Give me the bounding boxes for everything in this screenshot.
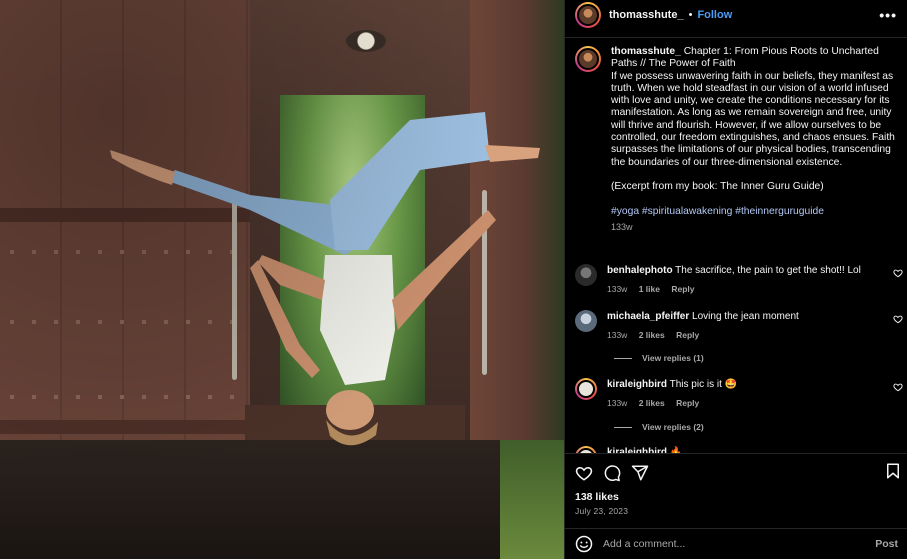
view-replies-label: View replies (1): [642, 353, 704, 363]
post-details-panel: thomasshute_ • Follow ••• thomasshute_ C…: [564, 0, 907, 559]
comments-scroll-area[interactable]: thomasshute_ Chapter 1: From Pious Roots…: [565, 37, 907, 453]
post-actions: 138 likes July 23, 2023: [565, 453, 907, 526]
share-icon[interactable]: [631, 464, 649, 482]
view-replies-button[interactable]: View replies (2): [614, 422, 704, 432]
avatar[interactable]: [575, 446, 597, 453]
photo-shadow-overlay: [0, 0, 564, 559]
likes-count[interactable]: 138 likes: [575, 491, 898, 503]
comment-item: benhalephoto The sacrifice, the pain to …: [565, 264, 907, 296]
reply-button[interactable]: Reply: [676, 330, 699, 340]
reply-button[interactable]: Reply: [676, 398, 699, 408]
comment-text: Loving the jean moment: [692, 311, 799, 322]
post-header: thomasshute_ • Follow •••: [565, 0, 907, 30]
header-username[interactable]: thomasshute_: [609, 9, 684, 21]
caption-hashtags[interactable]: #yoga #spiritualawakening #theinnergurug…: [611, 206, 898, 218]
comment-username[interactable]: michaela_pfeiffer: [607, 311, 689, 322]
comment-icon[interactable]: [603, 464, 621, 482]
comment-input[interactable]: [603, 538, 868, 550]
avatar[interactable]: [575, 378, 597, 400]
separator-dot: •: [688, 9, 693, 21]
comment-username[interactable]: kiraleighbird: [607, 379, 667, 390]
heart-icon[interactable]: [893, 382, 903, 392]
follow-button[interactable]: Follow: [697, 9, 732, 21]
comment-likes[interactable]: 1 like: [639, 284, 660, 294]
add-comment-bar: Post: [565, 528, 907, 559]
comment-age: 133w: [607, 398, 628, 408]
avatar[interactable]: [575, 310, 597, 332]
comment-username[interactable]: benhalephoto: [607, 265, 673, 276]
bookmark-icon[interactable]: [884, 462, 902, 480]
comment-text: This pic is it 🤩: [669, 379, 738, 390]
post-date: July 23, 2023: [575, 506, 629, 516]
comment-age: 133w: [607, 284, 628, 294]
caption-body: If we possess unwavering faith in our be…: [611, 70, 895, 168]
like-heart-icon[interactable]: [575, 464, 593, 482]
comment-age: 133w: [607, 330, 628, 340]
comment-item: kiraleighbird 🔥: [565, 446, 907, 453]
emoji-icon[interactable]: [575, 535, 593, 553]
comment-item: michaela_pfeiffer Loving the jean moment…: [565, 310, 907, 342]
view-replies-label: View replies (2): [642, 422, 704, 432]
heart-icon[interactable]: [893, 268, 903, 278]
view-replies-button[interactable]: View replies (1): [614, 353, 704, 363]
post-comment-button[interactable]: Post: [875, 538, 898, 550]
more-options-icon[interactable]: •••: [879, 7, 897, 23]
caption-excerpt: (Excerpt from my book: The Inner Guru Gu…: [611, 181, 824, 193]
comment-text: The sacrifice, the pain to get the shot!…: [675, 265, 861, 276]
comment-likes[interactable]: 2 likes: [639, 398, 665, 408]
comment-item: kiraleighbird This pic is it 🤩 133w 2 li…: [565, 378, 907, 410]
heart-icon[interactable]: [893, 314, 903, 324]
reply-button[interactable]: Reply: [671, 284, 694, 294]
caption-avatar[interactable]: [575, 46, 601, 72]
comment-likes[interactable]: 2 likes: [639, 330, 665, 340]
caption-timestamp: 133w: [611, 222, 633, 233]
post-photo[interactable]: [0, 0, 564, 559]
avatar[interactable]: [575, 264, 597, 286]
avatar[interactable]: [575, 2, 601, 28]
post-caption: thomasshute_ Chapter 1: From Pious Roots…: [565, 38, 907, 233]
caption-username[interactable]: thomasshute_: [611, 46, 681, 57]
